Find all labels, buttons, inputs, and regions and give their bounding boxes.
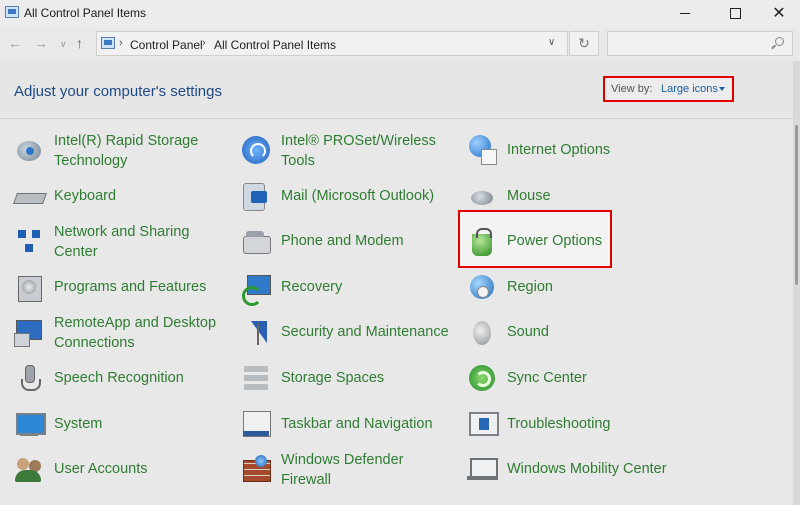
item-label: Intel(R) Rapid Storage Technology: [54, 133, 199, 169]
title-bar: All Control Panel Items ✕: [0, 0, 800, 27]
window-title: All Control Panel Items: [24, 6, 147, 20]
remote-desktop-icon: [14, 317, 44, 347]
item-label: Sound: [507, 324, 549, 340]
item-label: Intel® PROSet/Wireless Tools: [281, 133, 436, 169]
maximize-button[interactable]: [712, 0, 758, 27]
programs-icon: [14, 272, 44, 302]
minimize-button[interactable]: [662, 0, 708, 27]
control-panel-icon: [5, 6, 19, 18]
mail-icon: [241, 181, 271, 211]
control-panel-icon: [101, 37, 115, 49]
item-label: System: [54, 416, 103, 432]
item-label: Troubleshooting: [507, 416, 611, 432]
item-label: Sync Center: [507, 370, 587, 386]
sync-icon: [467, 363, 497, 393]
disk-icon: [14, 135, 44, 165]
firewall-icon: [241, 454, 271, 484]
item-label: Mouse: [507, 188, 551, 204]
address-dropdown-button[interactable]: ∨: [548, 37, 555, 48]
item-label: Network and Sharing Center: [54, 224, 190, 260]
breadcrumb-all-items[interactable]: All Control Panel Items: [214, 38, 336, 52]
recent-locations-button[interactable]: ∨: [60, 39, 67, 50]
item-label: Taskbar and Navigation: [281, 416, 433, 432]
globe-icon: [467, 135, 497, 165]
address-bar[interactable]: › Control Panel › All Control Panel Item…: [96, 31, 568, 56]
item-label: Recovery: [281, 279, 343, 295]
view-by-selector[interactable]: View by: Large icons: [603, 76, 734, 102]
item-label: Speech Recognition: [54, 370, 184, 386]
view-by-dropdown[interactable]: Large icons: [661, 83, 718, 95]
item-label: Region: [507, 279, 553, 295]
speaker-icon: [467, 317, 497, 347]
power-icon: [467, 226, 497, 256]
mouse-icon: [467, 181, 497, 211]
troubleshoot-icon: [467, 409, 499, 439]
item-label: Windows Mobility Center: [507, 461, 667, 477]
refresh-button[interactable]: ↻: [569, 31, 599, 56]
item-label: Mail (Microsoft Outlook): [281, 188, 435, 204]
users-icon: [14, 454, 44, 484]
view-by-label: View by:: [611, 83, 653, 95]
item-label: Storage Spaces: [281, 370, 385, 386]
item-label: Phone and Modem: [281, 233, 404, 249]
item-label: Programs and Features: [54, 279, 207, 295]
breadcrumb-separator[interactable]: ›: [202, 37, 206, 49]
back-button[interactable]: ←: [8, 35, 22, 51]
recovery-icon: [241, 272, 271, 306]
phone-icon: [241, 226, 271, 256]
up-button[interactable]: ↑: [76, 35, 83, 51]
wifi-icon: [241, 135, 271, 165]
item-label: Internet Options: [507, 142, 611, 158]
close-icon: ✕: [772, 4, 786, 22]
microphone-icon: [14, 363, 44, 393]
item-label: Keyboard: [54, 188, 117, 204]
keyboard-icon: [14, 181, 44, 211]
item-label: User Accounts: [54, 461, 148, 477]
page-title: Adjust your computer's settings: [14, 83, 222, 100]
region-globe-icon: [467, 272, 497, 302]
network-icon: [14, 226, 44, 256]
search-icon: [775, 37, 784, 46]
chevron-down-icon[interactable]: [719, 87, 725, 91]
close-button[interactable]: ✕: [756, 0, 800, 27]
flag-icon: [241, 317, 271, 347]
breadcrumb-separator[interactable]: ›: [119, 37, 123, 49]
forward-button[interactable]: →: [34, 35, 48, 51]
item-label: Windows Defender Firewall: [281, 452, 404, 488]
search-input[interactable]: [607, 31, 793, 56]
items-panel: [0, 119, 793, 505]
item-label: Power Options: [507, 233, 603, 249]
breadcrumb-control-panel[interactable]: Control Panel: [130, 38, 203, 52]
monitor-icon: [14, 409, 46, 439]
item-label: RemoteApp and Desktop Connections: [54, 315, 217, 351]
laptop-icon: [467, 454, 498, 484]
taskbar-icon: [241, 409, 271, 439]
item-label: Security and Maintenance: [281, 324, 449, 340]
storage-icon: [241, 363, 271, 393]
scrollbar-thumb[interactable]: [795, 125, 798, 285]
